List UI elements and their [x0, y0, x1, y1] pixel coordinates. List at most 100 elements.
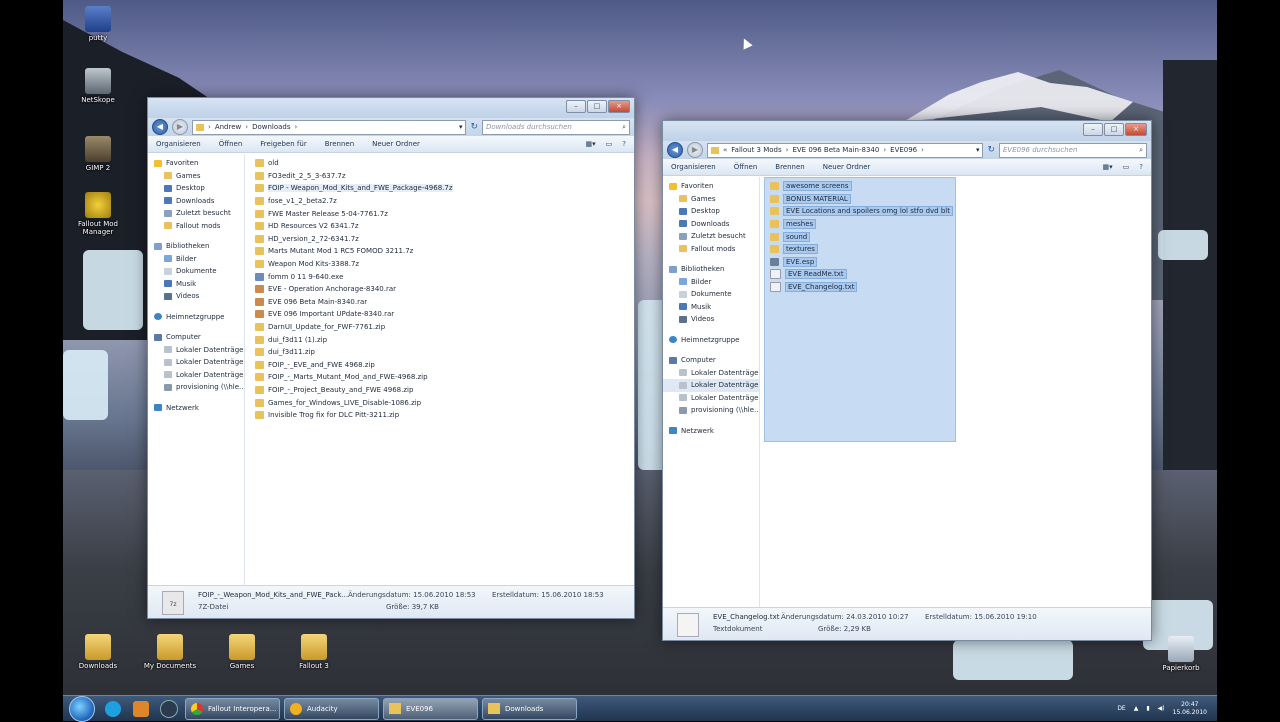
list-item[interactable]: old — [255, 157, 634, 170]
list-item[interactable]: EVE 096 Beta Main-8340.rar — [255, 296, 634, 309]
search-input[interactable]: Downloads durchsuchen ⌕ — [482, 119, 630, 135]
nav-item-recent[interactable]: Zuletzt besucht — [148, 207, 244, 220]
nav-item-downloads[interactable]: Downloads — [663, 218, 759, 231]
minimize-button[interactable]: – — [1083, 123, 1103, 136]
preview-pane-icon[interactable]: ▭ — [606, 140, 613, 148]
open-button[interactable]: Öffnen — [219, 140, 243, 148]
list-item[interactable]: FOIP_-_EVE_and_FWE 4968.zip — [255, 359, 634, 372]
maximize-button[interactable]: □ — [1104, 123, 1124, 136]
dropdown-arrow-icon[interactable]: ▾ — [459, 123, 463, 131]
back-button[interactable]: ◀ — [152, 119, 168, 135]
nav-favorites[interactable]: Favoriten — [148, 157, 244, 170]
search-input[interactable]: EVE096 durchsuchen ⌕ — [999, 142, 1147, 158]
nav-homegroup[interactable]: Heimnetzgruppe — [663, 334, 759, 347]
list-item[interactable]: Games_for_Windows_LIVE_Disable-1086.zip — [255, 396, 634, 409]
nav-item-desktop[interactable]: Desktop — [148, 182, 244, 195]
list-item[interactable]: sound — [770, 230, 1151, 243]
window-titlebar[interactable]: – □ × — [663, 121, 1151, 141]
nav-item-drive[interactable]: Lokaler Datenträger — [663, 379, 759, 392]
taskbar-item-chrome[interactable]: Fallout Interopera... — [185, 697, 280, 720]
nav-favorites[interactable]: Favoriten — [663, 180, 759, 193]
list-item[interactable]: HD_version_2_72-6341.7z — [255, 233, 634, 246]
list-item[interactable]: Weapon Mod Kits-3388.7z — [255, 258, 634, 271]
view-options-icon[interactable]: ▦▾ — [1103, 163, 1113, 171]
list-item[interactable]: EVE ReadMe.txt — [770, 268, 1151, 281]
clock[interactable]: 20:47 15.06.2010 — [1173, 701, 1207, 717]
maximize-button[interactable]: □ — [587, 100, 607, 113]
nav-item-music[interactable]: Musik — [148, 278, 244, 291]
pinned-steam[interactable] — [157, 699, 181, 719]
nav-computer[interactable]: Computer — [663, 354, 759, 367]
window-titlebar[interactable]: – □ × — [148, 98, 634, 118]
nav-item-drive[interactable]: Lokaler Datenträger — [148, 369, 244, 382]
nav-item-recent[interactable]: Zuletzt besucht — [663, 230, 759, 243]
list-item[interactable]: dui_f3d11 (1).zip — [255, 333, 634, 346]
nav-item-videos[interactable]: Videos — [148, 290, 244, 303]
refresh-icon[interactable]: ↻ — [987, 145, 995, 155]
close-button[interactable]: × — [1125, 123, 1147, 136]
nav-item-drive[interactable]: Lokaler Datenträger — [663, 392, 759, 405]
tray-arrow-icon[interactable]: ▲ — [1134, 705, 1139, 712]
address-field[interactable]: › Andrew › Downloads › ▾ — [192, 119, 467, 135]
new-folder-button[interactable]: Neuer Ordner — [372, 140, 420, 148]
nav-item-network-drive[interactable]: provisioning (\\hle... — [663, 404, 759, 417]
nav-item-desktop[interactable]: Desktop — [663, 205, 759, 218]
desktop-icon-downloads[interactable]: Downloads — [63, 634, 133, 670]
breadcrumb-item[interactable]: EVE096 — [890, 146, 917, 154]
file-list[interactable]: awesome screens BONUS MATERIAL EVE Locat… — [760, 177, 1151, 608]
nav-item-pictures[interactable]: Bilder — [148, 253, 244, 266]
nav-network[interactable]: Netzwerk — [663, 425, 759, 438]
nav-item-drive[interactable]: Lokaler Datenträger — [148, 344, 244, 357]
close-button[interactable]: × — [608, 100, 630, 113]
list-item[interactable]: EVE.esp — [770, 256, 1151, 269]
nav-item-music[interactable]: Musik — [663, 301, 759, 314]
nav-item-drive[interactable]: Lokaler Datenträger — [148, 356, 244, 369]
breadcrumb-item[interactable]: Andrew — [215, 123, 241, 131]
list-item[interactable]: FO3edit_2_5_3-637.7z — [255, 170, 634, 183]
list-item[interactable]: EVE Locations and spoilers omg lol stfo … — [770, 205, 1151, 218]
open-button[interactable]: Öffnen — [734, 163, 758, 171]
nav-item-videos[interactable]: Videos — [663, 313, 759, 326]
list-item[interactable]: FOIP - Weapon_Mod_Kits_and_FWE_Package-4… — [255, 182, 634, 195]
refresh-icon[interactable]: ↻ — [470, 122, 478, 132]
volume-icon[interactable]: ◀) — [1158, 705, 1165, 712]
nav-item-drive[interactable]: Lokaler Datenträger — [663, 367, 759, 380]
taskbar-item-eve096[interactable]: EVE096 — [383, 697, 478, 720]
forward-button[interactable]: ▶ — [172, 119, 188, 135]
list-item[interactable]: meshes — [770, 218, 1151, 231]
minimize-button[interactable]: – — [566, 100, 586, 113]
taskbar-item-downloads[interactable]: Downloads — [482, 697, 577, 720]
list-item[interactable]: FOIP_-_Project_Beauty_and_FWE 4968.zip — [255, 384, 634, 397]
network-tray-icon[interactable]: ▮ — [1146, 705, 1149, 712]
share-button[interactable]: Freigeben für — [260, 140, 306, 148]
list-item[interactable]: BONUS MATERIAL — [770, 193, 1151, 206]
language-indicator[interactable]: DE — [1117, 705, 1125, 712]
nav-item-downloads[interactable]: Downloads — [148, 195, 244, 208]
list-item[interactable]: fose_v1_2_beta2.7z — [255, 195, 634, 208]
file-list[interactable]: old FO3edit_2_5_3-637.7z FOIP - Weapon_M… — [245, 154, 634, 586]
nav-item-games[interactable]: Games — [148, 170, 244, 183]
desktop-icon-recycle-bin[interactable]: Papierkorb — [1146, 636, 1216, 672]
preview-pane-icon[interactable]: ▭ — [1123, 163, 1130, 171]
burn-button[interactable]: Brennen — [325, 140, 354, 148]
breadcrumb-item[interactable]: EVE 096 Beta Main-8340 — [792, 146, 879, 154]
list-item[interactable]: FWE Master Release 5-04-7761.7z — [255, 207, 634, 220]
list-item[interactable]: Marts Mutant Mod 1 RC5 FOMOD 3211.7z — [255, 245, 634, 258]
list-item[interactable]: EVE 096 Important UPdate-8340.rar — [255, 308, 634, 321]
help-icon[interactable]: ? — [622, 140, 626, 148]
nav-item-network-drive[interactable]: provisioning (\\hle... — [148, 381, 244, 394]
desktop-icon-games[interactable]: Games — [207, 634, 277, 670]
pinned-skype[interactable] — [101, 699, 125, 719]
taskbar-item-audacity[interactable]: Audacity — [284, 697, 379, 720]
nav-item-documents[interactable]: Dokumente — [663, 288, 759, 301]
forward-button[interactable]: ▶ — [687, 142, 703, 158]
desktop-icon-my-documents[interactable]: My Documents — [135, 634, 205, 670]
back-button[interactable]: ◀ — [667, 142, 683, 158]
desktop-icon-fallout-mod-manager[interactable]: Fallout Mod Manager — [63, 192, 133, 236]
list-item[interactable]: dui_f3d11.zip — [255, 346, 634, 359]
list-item[interactable]: FOIP_-_Marts_Mutant_Mod_and_FWE-4968.zip — [255, 371, 634, 384]
nav-libraries[interactable]: Bibliotheken — [148, 240, 244, 253]
view-options-icon[interactable]: ▦▾ — [586, 140, 596, 148]
desktop-icon-gimp[interactable]: GIMP 2 — [63, 136, 133, 172]
address-field[interactable]: « Fallout 3 Mods › EVE 096 Beta Main-834… — [707, 142, 984, 158]
